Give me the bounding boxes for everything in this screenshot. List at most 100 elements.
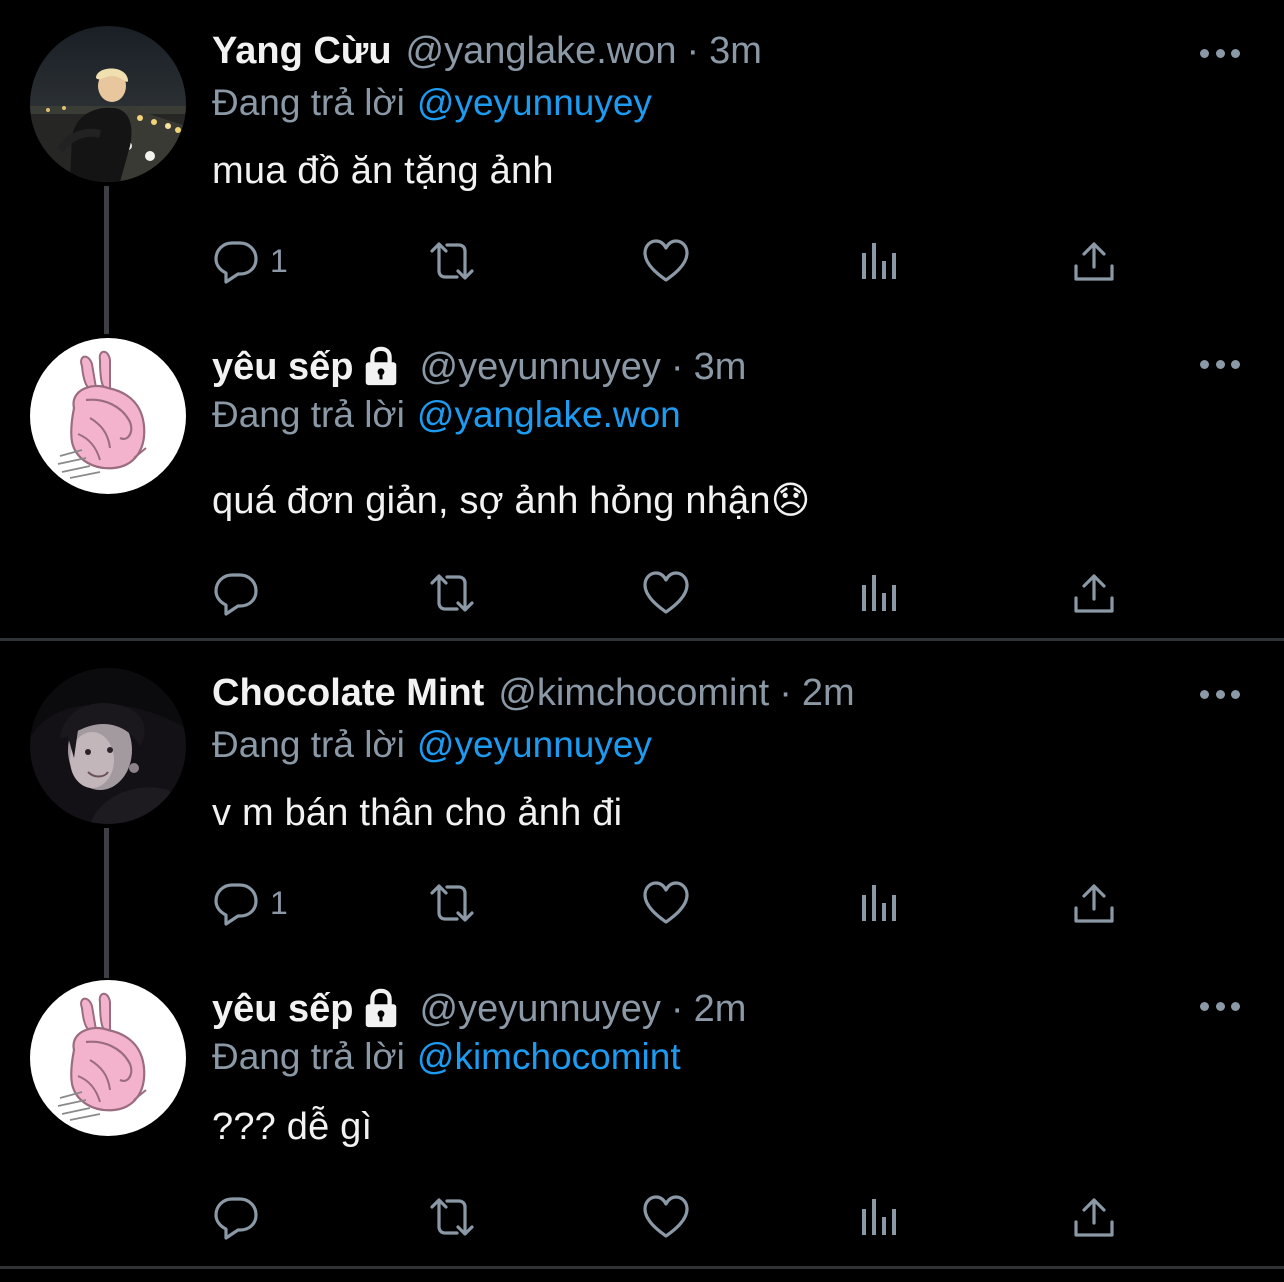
replying-to: Đang trả lời @yanglake.won [212, 394, 681, 436]
more-options-icon[interactable] [1200, 684, 1240, 704]
retweet-button[interactable] [424, 1192, 480, 1242]
reply-target-link[interactable]: @yeyunnuyey [417, 82, 652, 123]
retweet-icon [424, 569, 480, 617]
timestamp[interactable]: 2m [802, 672, 855, 715]
avatar[interactable] [30, 338, 186, 494]
reply-count: 1 [270, 884, 288, 921]
reply-icon [212, 1193, 260, 1241]
display-name[interactable]: yêu sếp [212, 988, 354, 1031]
avatar-image [30, 338, 186, 494]
share-button[interactable] [1072, 1192, 1116, 1242]
more-options-icon[interactable] [1200, 43, 1240, 63]
replying-to-label: Đang trả lời [212, 724, 405, 765]
reply-count: 1 [270, 242, 288, 279]
like-button[interactable] [640, 236, 692, 286]
tweet-text: v m bán thân cho ảnh đi [212, 792, 623, 834]
avatar[interactable] [30, 26, 186, 182]
more-options-icon[interactable] [1200, 996, 1240, 1016]
user-handle[interactable]: @yeyunnuyey [420, 346, 661, 389]
share-button[interactable] [1072, 568, 1116, 618]
user-handle[interactable]: @yanglake.won [406, 30, 677, 73]
views-button[interactable] [858, 236, 902, 286]
more-options-icon[interactable] [1200, 354, 1240, 374]
replying-to-label: Đang trả lời [212, 82, 405, 123]
share-icon [1072, 1195, 1116, 1239]
share-button[interactable] [1072, 878, 1116, 928]
tweet-header: Yang Cừu @yanglake.won · 3m [212, 28, 762, 74]
reply-button[interactable]: 1 [212, 236, 288, 286]
avatar-image [30, 26, 186, 182]
like-icon [640, 1193, 692, 1241]
share-icon [1072, 571, 1116, 615]
user-handle[interactable]: @kimchocomint [498, 672, 769, 715]
avatar[interactable] [30, 980, 186, 1136]
action-bar [0, 1192, 1284, 1242]
share-button[interactable] [1072, 236, 1116, 286]
tweet-header: yêu sếp @yeyunnuyey · 2m [212, 986, 746, 1032]
avatar-image [30, 980, 186, 1136]
views-button[interactable] [858, 878, 902, 928]
reply-button[interactable]: 1 [212, 878, 288, 928]
replying-to: Đang trả lời @kimchocomint [212, 1036, 681, 1078]
reply-target-link[interactable]: @yanglake.won [417, 394, 681, 435]
views-icon [858, 239, 902, 283]
replying-to: Đang trả lời @yeyunnuyey [212, 724, 652, 766]
retweet-icon [424, 879, 480, 927]
tweet[interactable]: yêu sếp @yeyunnuyey · 3m Đang trả lời @ya… [0, 320, 1284, 640]
reply-icon [212, 879, 260, 927]
retweet-button[interactable] [424, 568, 480, 618]
thread-divider [0, 1266, 1284, 1269]
replying-to-label: Đang trả lời [212, 394, 405, 435]
avatar-image [30, 668, 186, 824]
retweet-button[interactable] [424, 878, 480, 928]
views-icon [858, 1195, 902, 1239]
separator-dot: · [686, 29, 700, 72]
display-name[interactable]: Chocolate Mint [212, 672, 484, 715]
separator-dot: · [779, 671, 792, 714]
display-name[interactable]: Yang Cừu [212, 30, 392, 73]
like-button[interactable] [640, 1192, 692, 1242]
avatar[interactable] [30, 668, 186, 824]
tweet-header: yêu sếp @yeyunnuyey · 3m [212, 344, 746, 390]
action-bar [0, 568, 1284, 618]
views-button[interactable] [858, 568, 902, 618]
views-icon [858, 881, 902, 925]
reply-target-link[interactable]: @yeyunnuyey [417, 724, 652, 765]
reply-icon [212, 569, 260, 617]
tweet-text: mua đồ ăn tặng ảnh [212, 150, 554, 192]
timestamp[interactable]: 3m [709, 30, 762, 73]
tweet-text: ??? dễ gì [212, 1106, 373, 1148]
like-button[interactable] [640, 878, 692, 928]
reply-icon [212, 237, 260, 285]
tweet[interactable]: Yang Cừu @yanglake.won · 3m Đang trả lời… [0, 0, 1284, 334]
retweet-icon [424, 237, 480, 285]
replying-to: Đang trả lời @yeyunnuyey [212, 82, 652, 124]
retweet-button[interactable] [424, 236, 480, 286]
like-button[interactable] [640, 568, 692, 618]
share-icon [1072, 881, 1116, 925]
tweet[interactable]: yêu sếp @yeyunnuyey · 2m Đang trả lời @ki… [0, 962, 1284, 1282]
separator-dot: · [670, 987, 684, 1030]
views-button[interactable] [858, 1192, 902, 1242]
reply-button[interactable] [212, 1192, 270, 1242]
thread-divider [0, 638, 1284, 641]
action-bar: 1 [0, 878, 1284, 928]
lock-icon [360, 988, 402, 1030]
tweet[interactable]: Chocolate Mint @kimchocomint · 2m Đang t… [0, 642, 1284, 978]
user-handle[interactable]: @yeyunnuyey [420, 988, 661, 1031]
separator-dot: · [670, 345, 684, 388]
like-icon [640, 879, 692, 927]
timestamp[interactable]: 3m [694, 346, 747, 389]
display-name[interactable]: yêu sếp [212, 346, 354, 389]
action-bar: 1 [0, 236, 1284, 286]
like-icon [640, 569, 692, 617]
tweet-text: quá đơn giản, sợ ảnh hỏng nhận😞 [212, 480, 811, 522]
like-icon [640, 237, 692, 285]
reply-target-link[interactable]: @kimchocomint [417, 1036, 681, 1077]
replying-to-label: Đang trả lời [212, 1036, 405, 1077]
timestamp[interactable]: 2m [694, 988, 747, 1031]
reply-button[interactable] [212, 568, 270, 618]
views-icon [858, 571, 902, 615]
tweet-header: Chocolate Mint @kimchocomint · 2m [212, 670, 855, 716]
share-icon [1072, 239, 1116, 283]
